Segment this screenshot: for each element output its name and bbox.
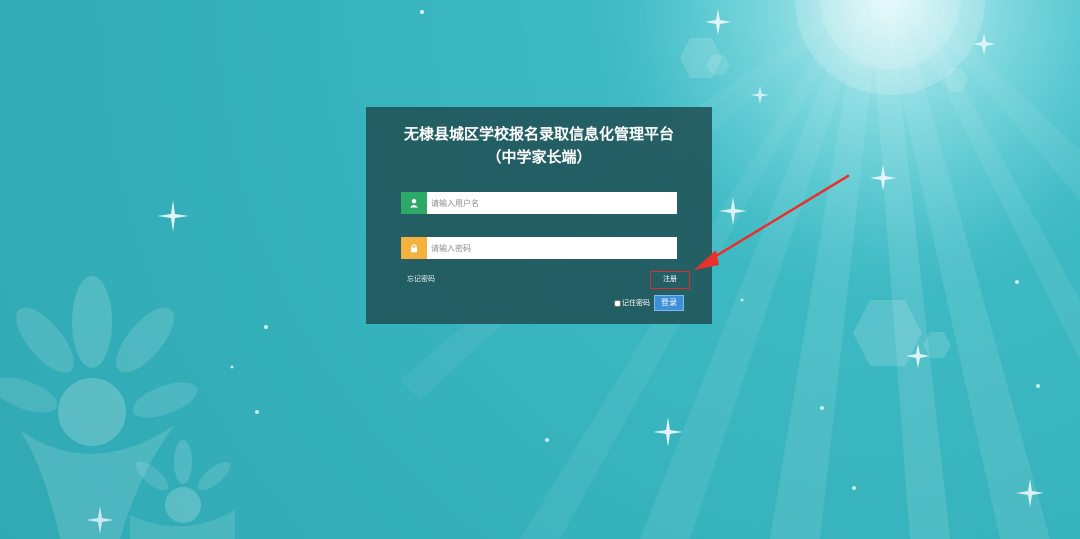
- tree-decoration: [0, 276, 235, 539]
- username-field: [401, 192, 677, 214]
- password-field: [401, 237, 677, 259]
- forgot-password-link[interactable]: 忘记密码: [407, 274, 435, 284]
- page-title: 无棣县城区学校报名录取信息化管理平台: [403, 125, 674, 143]
- register-link[interactable]: 注册: [650, 271, 690, 289]
- remember-password[interactable]: 记住密码: [614, 298, 650, 308]
- remember-password-checkbox[interactable]: [614, 299, 621, 307]
- lock-icon: [401, 237, 427, 259]
- username-input[interactable]: [429, 192, 677, 214]
- password-input[interactable]: [429, 237, 677, 259]
- remember-password-label: 记住密码: [622, 299, 650, 307]
- user-icon: [401, 192, 427, 214]
- hexagons: [680, 38, 968, 366]
- login-button[interactable]: 登录: [654, 295, 684, 311]
- login-panel: 无棣县城区学校报名录取信息化管理平台 （中学家长端） 忘记密码 注册 记住密码 …: [366, 107, 712, 324]
- page-subtitle: （中学家长端）: [486, 148, 592, 166]
